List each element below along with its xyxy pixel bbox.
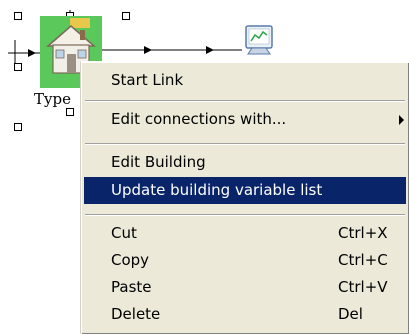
menu-item-update-variable-list[interactable]: Update building variable list	[84, 177, 406, 204]
menu-item-shortcut: Ctrl+C	[338, 251, 388, 269]
selection-handle[interactable]	[14, 123, 22, 131]
menu-item-edit-connections[interactable]: Edit connections with...	[84, 106, 406, 133]
menu-item-cut[interactable]: Cut Ctrl+X	[84, 220, 406, 247]
menu-item-paste[interactable]: Paste Ctrl+V	[84, 274, 406, 301]
menu-item-shortcut: Del	[338, 305, 363, 323]
menu-item-start-link[interactable]: Start Link	[84, 67, 406, 94]
menu-item-label: Edit Building	[111, 153, 206, 171]
selection-handle[interactable]	[14, 63, 22, 71]
building-node-label: Type	[34, 90, 71, 108]
menu-item-label: Copy	[111, 251, 150, 269]
context-menu: Start Link Edit connections with... Edit…	[80, 61, 409, 334]
menu-separator	[85, 214, 405, 216]
menu-item-label: Cut	[111, 224, 137, 242]
menu-item-edit-building[interactable]: Edit Building	[84, 149, 406, 176]
selection-handle[interactable]	[14, 12, 22, 20]
menu-item-delete[interactable]: Delete Del	[84, 301, 406, 328]
menu-item-copy[interactable]: Copy Ctrl+C	[84, 247, 406, 274]
menu-item-label: Update building variable list	[111, 181, 323, 199]
menu-item-shortcut: Ctrl+V	[338, 278, 388, 296]
menu-separator	[85, 143, 405, 145]
menu-item-label: Delete	[111, 305, 161, 323]
menu-item-label: Start Link	[111, 71, 184, 89]
menu-separator	[85, 100, 405, 102]
menu-item-label: Paste	[111, 278, 152, 296]
submenu-arrow-icon	[399, 115, 404, 125]
selection-handle[interactable]	[122, 12, 130, 20]
monitor-chart-icon[interactable]	[240, 24, 280, 60]
menu-item-shortcut: Ctrl+X	[338, 224, 388, 242]
selection-handle[interactable]	[66, 108, 74, 116]
menu-item-label: Edit connections with...	[111, 110, 287, 128]
